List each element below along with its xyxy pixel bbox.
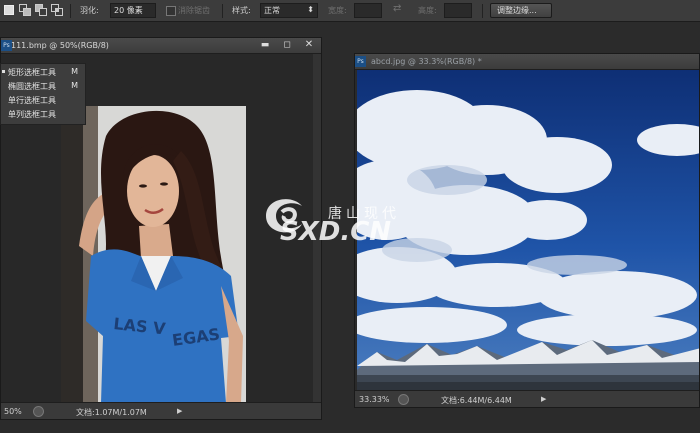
watermark-logo: 唐山现代 SXD.CN bbox=[262, 188, 442, 244]
flyout-item-single-column-marquee[interactable]: 单列选框工具 bbox=[1, 107, 85, 121]
height-input[interactable] bbox=[444, 3, 472, 18]
width-input[interactable] bbox=[354, 3, 382, 18]
selected-bullet-icon bbox=[2, 70, 5, 73]
play-arrow-icon[interactable]: ▶ bbox=[541, 395, 546, 403]
status-menu-icon[interactable] bbox=[33, 406, 44, 417]
minimize-icon[interactable]: ▬ bbox=[255, 39, 275, 51]
photo-woman-blue-shirt: LAS V EGAS bbox=[61, 106, 246, 403]
close-icon[interactable]: ✕ bbox=[299, 39, 319, 51]
status-bar: 33.33% 文档:6.44M/6.44M ▶ bbox=[355, 390, 699, 407]
style-select[interactable]: 正常 ⬍ bbox=[260, 3, 318, 18]
style-label: 样式: bbox=[232, 6, 251, 15]
intersect-selection-icon[interactable] bbox=[51, 4, 63, 16]
flyout-item-label: 矩形选框工具 bbox=[8, 68, 56, 77]
zoom-level[interactable]: 50% bbox=[4, 407, 22, 416]
width-label: 宽度: bbox=[328, 6, 347, 15]
divider bbox=[222, 4, 223, 18]
document-tab-left[interactable]: Ps 111.bmp @ 50%(RGB/8) ▬ ◻ ✕ bbox=[1, 38, 321, 54]
photoshop-doc-icon: Ps bbox=[355, 56, 366, 67]
flyout-item-label: 椭圆选框工具 bbox=[8, 82, 56, 91]
watermark-en: SXD.CN bbox=[280, 217, 391, 244]
swap-icon[interactable]: ⇄ bbox=[393, 3, 401, 14]
status-bar: 50% 文档:1.07M/1.07M ▶ bbox=[1, 402, 321, 419]
play-arrow-icon[interactable]: ▶ bbox=[177, 407, 182, 415]
marquee-tool-flyout: 矩形选框工具 M 椭圆选框工具 M 单行选框工具 单列选框工具 bbox=[0, 63, 86, 125]
flyout-item-shortcut: M bbox=[71, 81, 78, 90]
restore-icon[interactable]: ◻ bbox=[277, 39, 297, 51]
feather-input[interactable]: 20 像素 bbox=[110, 3, 156, 18]
new-selection-icon[interactable] bbox=[3, 4, 15, 16]
divider bbox=[70, 4, 71, 18]
feather-label: 羽化: bbox=[80, 6, 99, 15]
flyout-item-label: 单行选框工具 bbox=[8, 96, 56, 105]
height-label: 高度: bbox=[418, 6, 437, 15]
flyout-item-elliptical-marquee[interactable]: 椭圆选框工具 M bbox=[1, 79, 85, 93]
subtract-selection-icon[interactable] bbox=[35, 4, 47, 16]
document-size: 文档:1.07M/1.07M bbox=[76, 408, 147, 417]
zoom-level[interactable]: 33.33% bbox=[359, 395, 390, 404]
style-select-value: 正常 bbox=[264, 6, 280, 15]
options-bar: 羽化: 20 像素 消除锯齿 样式: 正常 ⬍ 宽度: ⇄ 高度: 调整边缘..… bbox=[0, 0, 700, 22]
flyout-item-label: 单列选框工具 bbox=[8, 110, 56, 119]
status-menu-icon[interactable] bbox=[398, 394, 409, 405]
document-tab-right[interactable]: Ps abcd.jpg @ 33.3%(RGB/8) * bbox=[355, 54, 699, 70]
document-title: abcd.jpg @ 33.3%(RGB/8) * bbox=[371, 57, 482, 66]
chevron-down-icon: ⬍ bbox=[307, 5, 314, 14]
antialias-checkbox[interactable] bbox=[166, 6, 176, 16]
antialias-label: 消除锯齿 bbox=[178, 6, 210, 15]
add-selection-icon[interactable] bbox=[19, 4, 31, 16]
flyout-item-shortcut: M bbox=[71, 67, 78, 76]
document-size: 文档:6.44M/6.44M bbox=[441, 396, 512, 405]
flyout-item-rectangular-marquee[interactable]: 矩形选框工具 M bbox=[1, 65, 85, 79]
flyout-item-single-row-marquee[interactable]: 单行选框工具 bbox=[1, 93, 85, 107]
document-title: 111.bmp @ 50%(RGB/8) bbox=[11, 41, 109, 50]
divider bbox=[482, 4, 483, 18]
refine-edge-button[interactable]: 调整边缘... bbox=[490, 3, 552, 18]
